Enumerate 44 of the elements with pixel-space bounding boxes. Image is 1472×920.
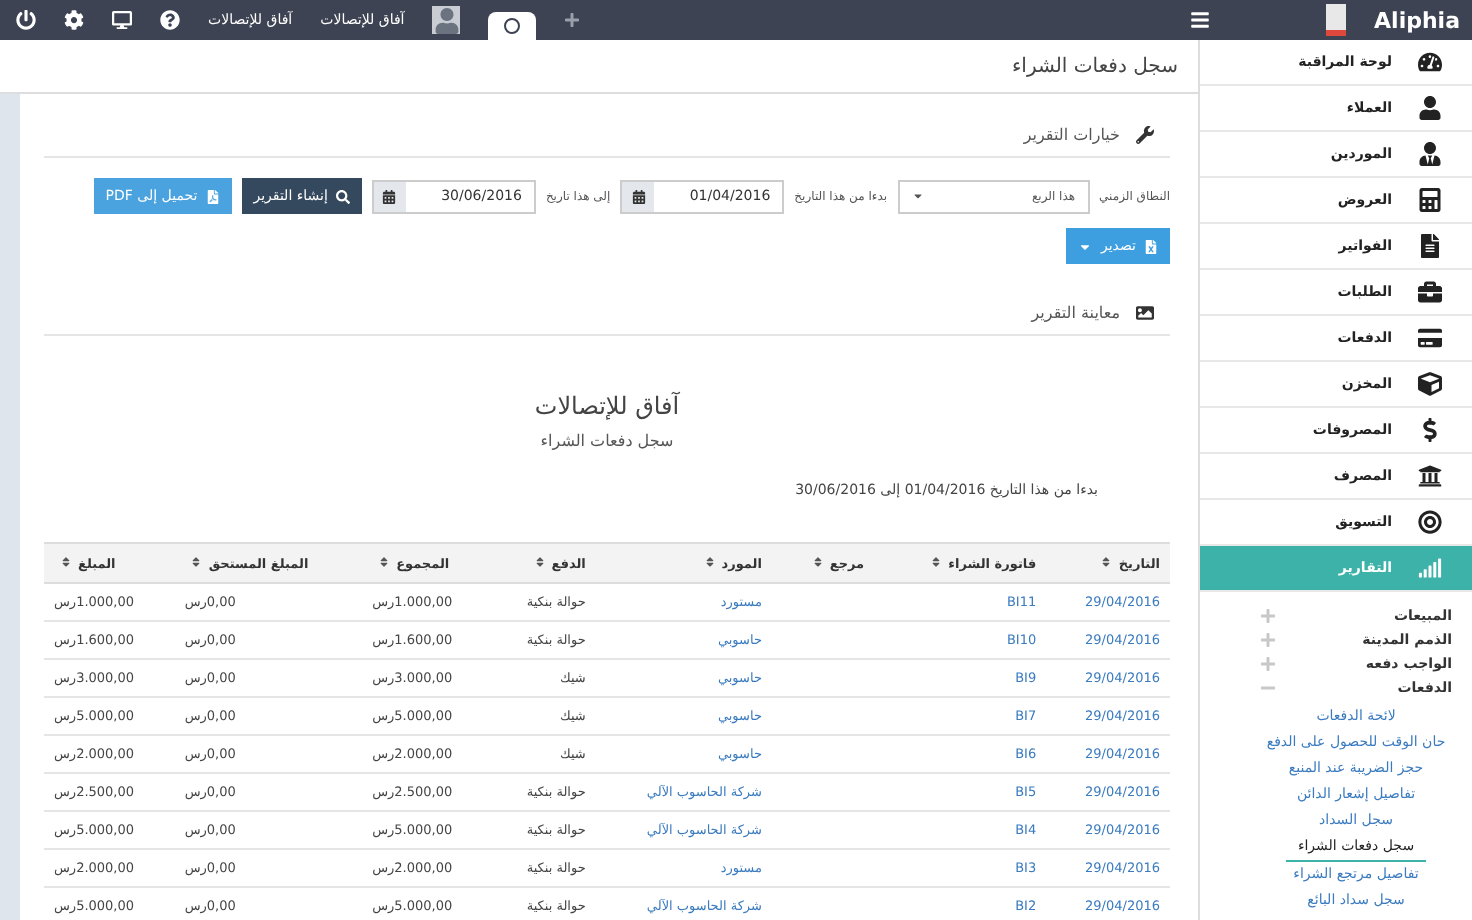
search-icon: [335, 189, 350, 203]
image-icon: [1136, 304, 1154, 322]
cube-icon: [1416, 372, 1444, 396]
section-heading: خيارات التقرير: [1023, 126, 1120, 144]
card-icon: [1416, 326, 1444, 350]
user-tie-icon: [1416, 142, 1444, 166]
bank-icon: [1416, 464, 1444, 488]
avatar[interactable]: [432, 6, 461, 34]
help-icon[interactable]: [160, 10, 180, 30]
logo-icon: [1326, 4, 1347, 36]
settings-icon[interactable]: [64, 10, 84, 30]
power-icon[interactable]: [16, 10, 36, 30]
add-tab-icon[interactable]: [564, 12, 581, 28]
sort-icon: [811, 555, 824, 567]
wrench-icon: [1136, 126, 1154, 144]
briefcase-icon: [1416, 280, 1444, 304]
report-title: سجل دفعات الشراء: [540, 432, 674, 450]
menu-icon[interactable]: [1190, 10, 1211, 30]
bar-chart-icon: [1416, 556, 1444, 580]
sort-icon: [60, 555, 72, 567]
dashboard-icon: [1416, 50, 1444, 74]
calendar-icon[interactable]: [631, 189, 646, 203]
pdf-file-icon: [205, 189, 220, 203]
tab[interactable]: [488, 12, 537, 40]
sort-icon: [930, 555, 943, 567]
sort-icon: [378, 555, 391, 567]
company-title: آفاق للإتصالات: [534, 392, 680, 420]
user-icon: [1416, 96, 1444, 120]
caret-icon: [1078, 239, 1093, 253]
caret-icon: [911, 190, 924, 202]
monitor-icon[interactable]: [112, 10, 132, 30]
sort-icon: [190, 555, 203, 567]
brand-name: Aliphia: [1374, 7, 1460, 33]
sort-icon: [533, 555, 546, 567]
document-icon: [1416, 234, 1444, 258]
sort-icon: [703, 555, 716, 567]
spreadsheet-file-icon: [1144, 239, 1158, 253]
page-title: سجل دفعات الشراء: [0, 40, 1198, 94]
sort-icon: [1100, 555, 1113, 567]
calendar-icon[interactable]: [382, 189, 397, 203]
section-heading: معاينة التقرير: [1031, 304, 1120, 322]
circle-icon: [504, 18, 521, 34]
target-icon: [1416, 510, 1444, 534]
calculator-icon: [1416, 188, 1444, 212]
